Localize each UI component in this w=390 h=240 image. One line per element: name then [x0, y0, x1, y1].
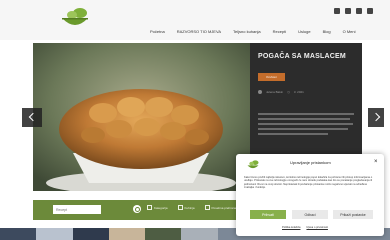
reject-cookies-button[interactable]: Odbaci — [292, 210, 328, 219]
close-icon[interactable]: × — [374, 159, 378, 165]
nav-item-recipes[interactable]: Recepti — [273, 29, 287, 34]
post-date: 3. 2021 — [293, 90, 304, 94]
post-title[interactable]: POGAČA SA MASLACEM — [258, 53, 346, 60]
instagram-icon[interactable] — [345, 8, 351, 14]
filter-cuisine[interactable]: Kuhinja — [178, 205, 195, 210]
slider-next-button[interactable] — [368, 108, 384, 127]
cookie-consent-dialog: Upravljanje pristankom × Kako bismo pruž… — [236, 154, 384, 236]
nav-item-cooking[interactable]: Teljsno kuhanja — [233, 29, 261, 34]
hero-bread-image[interactable] — [33, 43, 250, 191]
search-filters: Kategorija Kuhinja Posebna prehrana — [147, 205, 236, 210]
cookie-policy-links: Politika kolačića Izjava o privatnosti — [282, 226, 328, 229]
author-avatar — [258, 90, 262, 94]
nav-item-services[interactable]: Usluge — [298, 29, 310, 34]
thumbnail-image[interactable] — [181, 228, 218, 240]
nav-item-about[interactable]: O Meni — [343, 29, 356, 34]
cookie-dialog-text: Kako bismo pružili najbolje iskustvo, ko… — [244, 176, 373, 190]
cookie-policy-link[interactable]: Politika kolačića — [282, 226, 300, 229]
search-icon[interactable] — [133, 205, 141, 213]
slider-prev-button[interactable] — [22, 108, 42, 127]
social-links — [334, 8, 373, 14]
filter-category[interactable]: Kategorija — [147, 205, 168, 210]
accept-cookies-button[interactable]: Prihvati — [250, 210, 286, 219]
clock-icon: ◷ — [287, 90, 290, 94]
main-nav: Početna RAZVORSO TIO MJEVA Teljsno kuhan… — [150, 29, 356, 34]
nav-item-home[interactable]: Početna — [150, 29, 165, 34]
post-author[interactable]: Jelena Bakin — [266, 90, 283, 94]
cookie-dialog-title: Upravljanje pristankom — [290, 160, 331, 165]
thumbnail-image[interactable] — [36, 228, 73, 240]
thumbnail-image[interactable] — [108, 228, 146, 240]
filter-diet[interactable]: Posebna prehrana — [205, 205, 237, 210]
page: Početna RAZVORSO TIO MJEVA Teljsno kuhan… — [0, 0, 390, 240]
thumbnail-image[interactable] — [72, 228, 109, 240]
site-header: Početna RAZVORSO TIO MJEVA Teljsno kuhan… — [0, 0, 390, 40]
facebook-icon[interactable] — [334, 8, 340, 14]
leaf-bowl-logo-icon — [247, 160, 259, 169]
leaf-bowl-logo-icon[interactable] — [60, 5, 90, 29]
cookie-settings-button[interactable]: Prikaži postavke — [333, 210, 373, 219]
nav-item-blog[interactable]: Blog — [323, 29, 331, 34]
privacy-statement-link[interactable]: Izjava o privatnosti — [306, 226, 327, 229]
category-button[interactable]: Kruhovi — [258, 73, 285, 81]
thumbnail-image[interactable] — [0, 228, 37, 240]
youtube-icon[interactable] — [367, 8, 373, 14]
thumbnail-image[interactable] — [145, 228, 182, 240]
nav-item-development[interactable]: RAZVORSO TIO MJEVA — [177, 29, 221, 34]
post-meta: Jelena Bakin ◷ 3. 2021 — [258, 90, 304, 94]
recipe-search-input[interactable] — [53, 205, 101, 214]
post-excerpt — [258, 113, 356, 143]
pinterest-icon[interactable] — [356, 8, 362, 14]
